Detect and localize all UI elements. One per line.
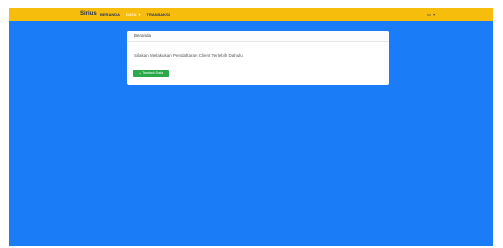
card-title: Beranda [134,33,152,38]
nav-item-data[interactable]: DATA ▾ [126,11,141,18]
welcome-card: Beranda Silakan Melakukan Pendaftaran Cl… [127,31,389,85]
plus-icon: + [138,71,142,76]
app-window: Sirius BERANDA DATA ▾ TRANSAKSI xx ▾ Ber… [9,8,493,246]
page: Sirius BERANDA DATA ▾ TRANSAKSI xx ▾ Ber… [0,0,503,248]
user-menu[interactable]: xx ▾ [427,11,435,18]
card-header: Beranda [127,31,389,42]
nav-item-transaksi[interactable]: TRANSAKSI [147,11,170,18]
chevron-down-icon: ▾ [433,12,436,17]
brand-logo[interactable]: Sirius [80,10,97,19]
nav-menu: BERANDA DATA ▾ TRANSAKSI [100,11,170,18]
top-navbar: Sirius BERANDA DATA ▾ TRANSAKSI xx ▾ [9,8,493,21]
nav-item-data-label: DATA [126,12,137,17]
add-data-button-label: Tambah Data [142,71,164,75]
card-message: Silakan Melakukan Pendaftaran Client Ter… [134,53,243,58]
add-data-button[interactable]: + Tambah Data [133,70,169,77]
nav-item-beranda[interactable]: BERANDA [100,11,120,18]
user-menu-label: xx [427,12,431,17]
chevron-down-icon: ▾ [138,12,141,17]
